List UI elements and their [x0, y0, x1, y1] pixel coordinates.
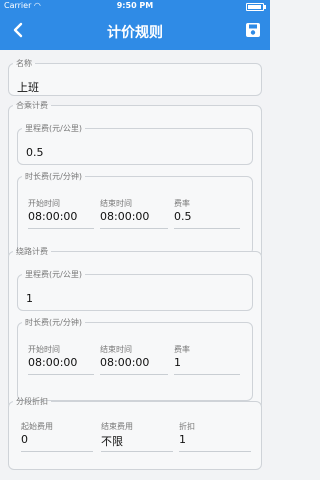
- save-icon[interactable]: [245, 22, 261, 38]
- detour-mileage-value[interactable]: 1: [26, 292, 33, 305]
- combined-rate-value[interactable]: 0.5: [174, 210, 192, 223]
- combined-start-time-underline: [28, 228, 94, 229]
- discount-label: 分段折扣: [16, 397, 48, 406]
- detour-duration-label: 时长费(元/分钟): [25, 318, 82, 327]
- detour-start-time-underline: [28, 374, 94, 375]
- form-content: 名称 上班 合乘计费 里程费(元/公里) 0.5 时长费(元/分钟) 开始时间 …: [0, 50, 270, 480]
- combined-rate-label: 费率: [174, 199, 190, 208]
- discount-start-fee-label: 起始费用: [21, 422, 53, 431]
- combined-end-time-value[interactable]: 08:00:00: [100, 210, 149, 223]
- detour-end-time-label: 结束时间: [100, 345, 132, 354]
- combined-billing-label: 合乘计费: [16, 101, 48, 110]
- detour-end-time-value[interactable]: 08:00:00: [100, 356, 149, 369]
- nav-bar: 计价规则: [0, 12, 270, 50]
- combined-duration-label: 时长费(元/分钟): [25, 172, 82, 181]
- detour-rate-label: 费率: [174, 345, 190, 354]
- name-field[interactable]: 名称 上班: [8, 58, 262, 96]
- detour-mileage-field[interactable]: 里程费(元/公里) 1: [17, 269, 253, 311]
- detour-rate-underline: [174, 374, 240, 375]
- discount-rate-label: 折扣: [179, 422, 195, 431]
- name-label: 名称: [16, 59, 32, 68]
- discount-rate-underline: [179, 451, 251, 452]
- battery-icon: [246, 3, 266, 11]
- detour-start-time-value[interactable]: 08:00:00: [28, 356, 77, 369]
- detour-mileage-label: 里程费(元/公里): [25, 270, 82, 279]
- status-bar: Carrier ◠ 9:50 PM: [0, 0, 270, 12]
- combined-duration-field: 时长费(元/分钟) 开始时间 08:00:00 结束时间 08:00:00 费率…: [17, 171, 253, 255]
- combined-rate-underline: [174, 228, 240, 229]
- combined-mileage-label: 里程费(元/公里): [25, 124, 82, 133]
- combined-start-time-value[interactable]: 08:00:00: [28, 210, 77, 223]
- combined-mileage-value[interactable]: 0.5: [26, 146, 44, 159]
- combined-start-time-label: 开始时间: [28, 199, 60, 208]
- detour-rate-value[interactable]: 1: [174, 356, 181, 369]
- discount-rate-value[interactable]: 1: [179, 433, 186, 446]
- discount-section: 分段折扣 起始费用 0 结束费用 不限 折扣 1: [8, 396, 262, 470]
- status-time: 9:50 PM: [116, 1, 154, 10]
- discount-end-fee-underline: [101, 451, 173, 452]
- page-title: 计价规则: [107, 25, 163, 41]
- discount-start-fee-underline: [21, 451, 93, 452]
- combined-end-time-underline: [100, 228, 168, 229]
- detour-duration-field: 时长费(元/分钟) 开始时间 08:00:00 结束时间 08:00:00 费率…: [17, 317, 253, 401]
- discount-end-fee-label: 结束费用: [101, 422, 133, 431]
- detour-end-time-underline: [100, 374, 168, 375]
- combined-end-time-label: 结束时间: [100, 199, 132, 208]
- discount-end-fee-value[interactable]: 不限: [101, 433, 123, 449]
- discount-start-fee-value[interactable]: 0: [21, 433, 28, 446]
- detour-start-time-label: 开始时间: [28, 345, 60, 354]
- name-value[interactable]: 上班: [17, 79, 39, 95]
- detour-billing-label: 绕路计费: [16, 247, 48, 256]
- combined-mileage-field[interactable]: 里程费(元/公里) 0.5: [17, 123, 253, 165]
